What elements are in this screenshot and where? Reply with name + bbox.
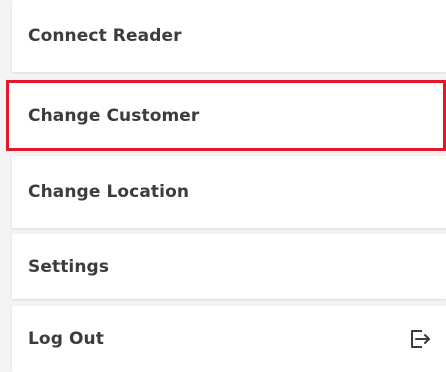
account-menu: Connect Reader Change Customer Change Lo…: [0, 0, 446, 372]
menu-item-change-customer[interactable]: Change Customer: [6, 80, 446, 151]
logout-icon: [411, 330, 430, 348]
menu-item-label: Settings: [28, 256, 110, 277]
menu-item-change-location[interactable]: Change Location: [12, 156, 446, 228]
menu-item-label: Connect Reader: [28, 26, 182, 46]
menu-item-label: Change Customer: [28, 105, 200, 126]
menu-item-label: Log Out: [28, 329, 104, 349]
menu-item-connect-reader[interactable]: Connect Reader: [12, 0, 446, 72]
menu-item-log-out[interactable]: Log Out: [12, 306, 446, 372]
menu-item-settings[interactable]: Settings: [12, 234, 446, 299]
menu-item-label: Change Location: [28, 182, 190, 202]
